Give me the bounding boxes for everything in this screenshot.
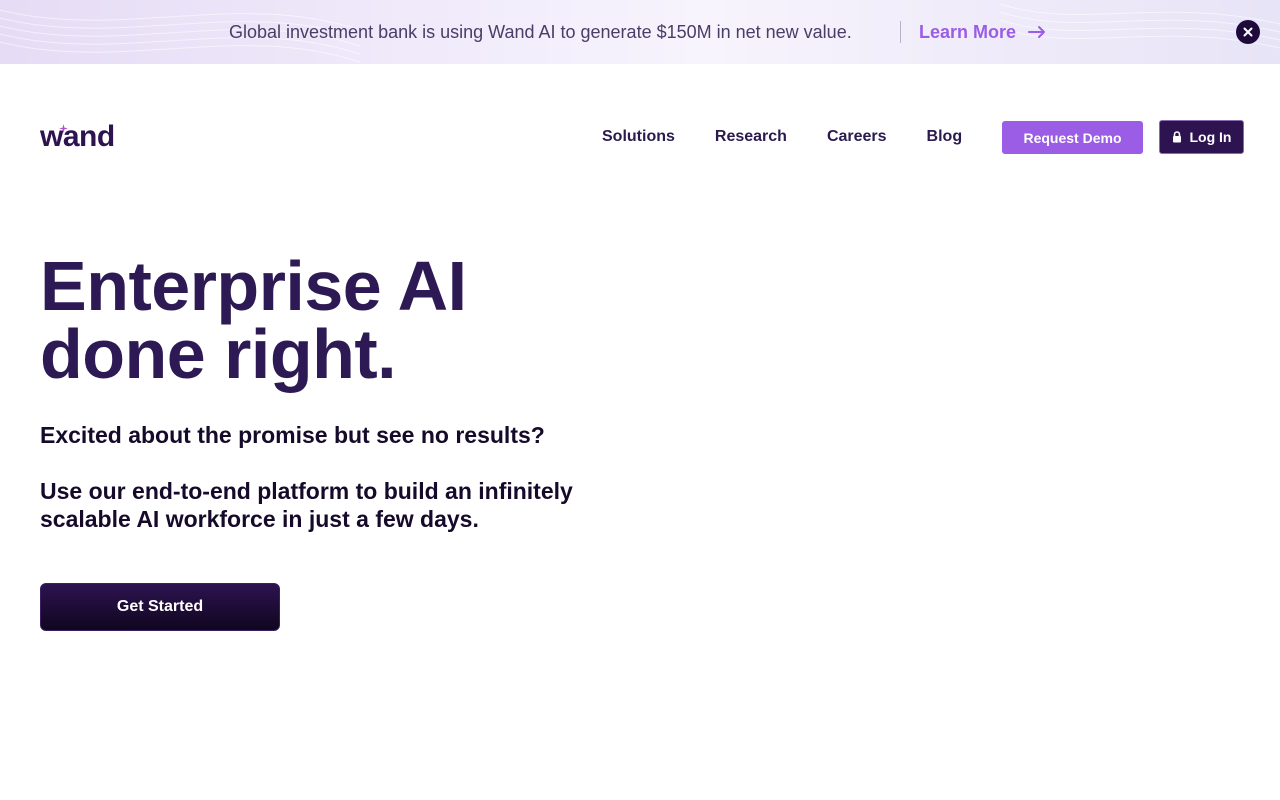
announcement-banner: Global investment bank is using Wand AI … [0,0,1280,64]
hero-title-line1: Enterprise AI [40,247,467,325]
log-in-button[interactable]: Log In [1159,120,1244,154]
nav-solutions[interactable]: Solutions [602,126,675,148]
learn-more-label: Learn More [919,22,1017,42]
banner-message: Global investment bank is using Wand AI … [229,22,852,42]
learn-more-link[interactable]: Learn More [919,19,1046,45]
banner-divider [900,21,901,43]
main-nav: Solutions Research Careers Blog [602,126,962,148]
get-started-button[interactable]: Get Started [40,583,280,631]
nav-research[interactable]: Research [715,126,787,148]
arrow-right-icon [1028,26,1046,38]
request-demo-button[interactable]: Request Demo [1002,121,1143,154]
nav-careers[interactable]: Careers [827,126,887,148]
wand-logo[interactable]: wand [40,120,115,154]
log-in-label: Log In [1189,129,1232,145]
get-started-label: Get Started [116,598,204,615]
hero-subtitle: Excited about the promise but see no res… [40,422,545,448]
request-demo-label: Request Demo [1023,129,1122,146]
hero-body: Use our end-to-end platform to build an … [40,478,573,532]
sparkle-icon [59,124,68,133]
nav-blog[interactable]: Blog [927,126,963,148]
logo-text: wand [40,120,115,153]
hero-title: Enterprise AI done right. [40,251,680,389]
close-icon [1243,27,1253,37]
hero-title-line2: done right. [40,315,397,393]
lock-icon [1172,131,1181,143]
close-banner-button[interactable] [1236,20,1260,44]
